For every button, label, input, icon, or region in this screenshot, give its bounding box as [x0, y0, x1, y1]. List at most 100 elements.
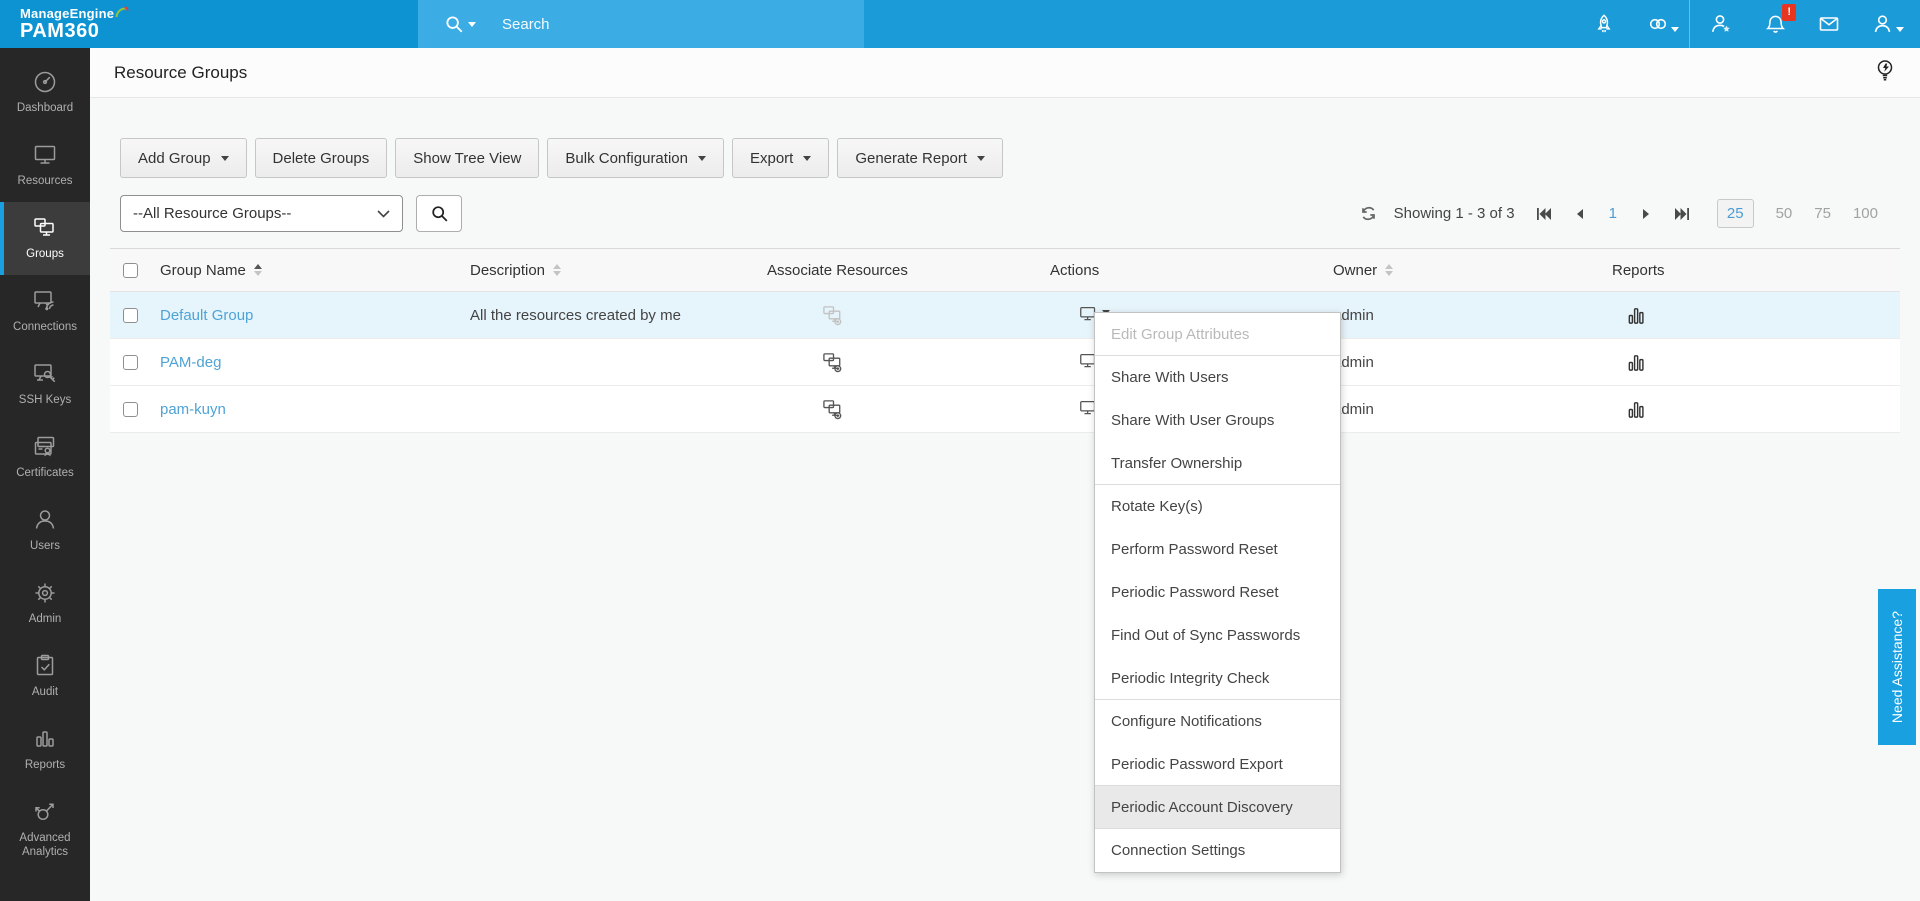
search-input[interactable]: Search — [502, 16, 550, 33]
table-header-row: Group Name Description Associate Resourc… — [110, 248, 1900, 292]
bulk-configuration-button[interactable]: Bulk Configuration — [547, 138, 724, 178]
sort-icon[interactable] — [553, 264, 562, 276]
page-header: Resource Groups — [90, 48, 1920, 98]
global-search[interactable]: Search — [418, 0, 864, 48]
page-size-75[interactable]: 75 — [1814, 205, 1831, 222]
sidebar-item-label: Resources — [17, 175, 73, 188]
group-reports-icon[interactable] — [1626, 399, 1647, 420]
delete-groups-button[interactable]: Delete Groups — [254, 138, 388, 178]
sidebar-item-label: Audit — [31, 686, 59, 699]
notification-bell-icon[interactable]: ! — [1748, 0, 1802, 48]
menu-item-share-with-user-groups[interactable]: Share With User Groups — [1095, 399, 1340, 442]
sidebar-item-label: Reports — [24, 759, 66, 772]
row-checkbox[interactable] — [122, 354, 138, 370]
chevron-down-icon — [697, 155, 706, 161]
group-name-link[interactable]: Default Group — [160, 307, 253, 324]
menu-item-rotate-keys[interactable]: Rotate Key(s) — [1095, 485, 1340, 528]
need-assistance-tab[interactable]: Need Assistance? — [1878, 589, 1916, 745]
showing-text: Showing 1 - 3 of 3 — [1393, 205, 1515, 222]
first-page-icon[interactable] — [1525, 207, 1563, 221]
group-reports-icon[interactable] — [1626, 352, 1647, 373]
group-owner: admin — [1333, 353, 1374, 371]
menu-item-configure-notifications[interactable]: Configure Notifications — [1095, 700, 1340, 743]
associate-resources-icon[interactable] — [822, 398, 845, 421]
resources-icon — [32, 142, 58, 168]
sidebar-item-groups[interactable]: Groups — [0, 202, 90, 275]
menu-item-share-with-users[interactable]: Share With Users — [1095, 356, 1340, 399]
menu-item-periodic-password-export[interactable]: Periodic Password Export — [1095, 743, 1340, 786]
sidebar-item-dashboard[interactable]: Dashboard — [0, 56, 90, 129]
current-page[interactable]: 1 — [1597, 205, 1629, 222]
search-icon[interactable] — [444, 14, 464, 34]
associate-resources-icon[interactable] — [822, 351, 845, 374]
user-star-icon[interactable] — [1694, 0, 1748, 48]
sidebar-item-reports[interactable]: Reports — [0, 713, 90, 786]
next-page-icon[interactable] — [1629, 208, 1663, 220]
resource-group-filter-select[interactable]: --All Resource Groups-- — [120, 195, 403, 232]
add-group-button[interactable]: Add Group — [120, 138, 247, 178]
certificates-icon — [32, 434, 58, 460]
sidebar-item-audit[interactable]: Audit — [0, 640, 90, 713]
sidebar-item-advanced-analytics[interactable]: Advanced Analytics — [0, 786, 90, 872]
sidebar-item-certificates[interactable]: Certificates — [0, 421, 90, 494]
mail-icon[interactable] — [1802, 0, 1856, 48]
menu-item-periodic-account-discovery[interactable]: Periodic Account Discovery — [1095, 786, 1340, 829]
page-size-50[interactable]: 50 — [1776, 205, 1793, 222]
chevron-down-icon — [803, 155, 812, 161]
column-header-group-name: Group Name — [160, 261, 246, 279]
column-header-associate-resources: Associate Resources — [767, 261, 908, 279]
table-search-button[interactable] — [416, 195, 462, 232]
sidebar-item-label: Users — [29, 540, 61, 553]
filter-selected-value: --All Resource Groups-- — [133, 205, 292, 222]
menu-item-transfer-ownership[interactable]: Transfer Ownership — [1095, 442, 1340, 485]
menu-item-perform-password-reset[interactable]: Perform Password Reset — [1095, 528, 1340, 571]
show-tree-view-button[interactable]: Show Tree View — [395, 138, 540, 178]
resource-groups-table: Group Name Description Associate Resourc… — [110, 248, 1900, 433]
table-row: Default Group All the resources created … — [110, 292, 1900, 339]
topbar-icon-group: ! — [1577, 0, 1910, 48]
topbar: ManageEngine PAM360 Search ! — [0, 0, 1920, 48]
group-name-link[interactable]: pam-kuyn — [160, 401, 226, 418]
brand-logo[interactable]: ManageEngine PAM360 — [0, 0, 418, 48]
generate-report-button[interactable]: Generate Report — [837, 138, 1004, 178]
button-label: Generate Report — [855, 149, 968, 167]
group-owner: admin — [1333, 400, 1374, 418]
sidebar-item-connections[interactable]: Connections — [0, 275, 90, 348]
chevron-down-icon — [377, 209, 390, 218]
sidebar-item-resources[interactable]: Resources — [0, 129, 90, 202]
refresh-icon[interactable] — [1359, 204, 1378, 223]
button-label: Export — [749, 149, 794, 167]
group-name-link[interactable]: PAM-deg — [160, 354, 221, 371]
last-page-icon[interactable] — [1663, 207, 1701, 221]
associate-resources-icon[interactable] — [822, 304, 845, 327]
page-size-25[interactable]: 25 — [1716, 199, 1754, 228]
search-scope-caret-icon[interactable] — [468, 21, 476, 27]
sidebar-item-admin[interactable]: Admin — [0, 567, 90, 640]
sidebar: Dashboard Resources Groups Connections S… — [0, 48, 90, 901]
menu-item-periodic-password-reset[interactable]: Periodic Password Reset — [1095, 571, 1340, 614]
menu-item-find-out-of-sync-passwords[interactable]: Find Out of Sync Passwords — [1095, 614, 1340, 657]
select-all-checkbox[interactable] — [122, 262, 138, 278]
brand-line1: ManageEngine — [20, 6, 418, 21]
rocket-icon[interactable] — [1577, 0, 1631, 48]
actions-context-menu: Edit Group Attributes Share With Users S… — [1094, 312, 1341, 873]
search-icon — [431, 206, 447, 222]
previous-page-icon[interactable] — [1563, 208, 1597, 220]
help-lightbulb-icon[interactable] — [1874, 58, 1896, 87]
link-icon[interactable] — [1631, 0, 1685, 48]
sort-icon[interactable] — [253, 264, 262, 276]
export-button[interactable]: Export — [731, 138, 830, 178]
row-checkbox[interactable] — [122, 401, 138, 417]
main-content: Resource Groups Add Group Delete Groups … — [90, 48, 1920, 901]
sort-icon[interactable] — [1385, 264, 1394, 276]
user-account-icon[interactable] — [1856, 0, 1910, 48]
brand-swoosh-icon — [115, 5, 129, 17]
menu-item-connection-settings[interactable]: Connection Settings — [1095, 829, 1340, 872]
menu-item-periodic-integrity-check[interactable]: Periodic Integrity Check — [1095, 657, 1340, 700]
page-size-options: 25 50 75 100 — [1716, 199, 1878, 228]
group-reports-icon[interactable] — [1626, 305, 1647, 326]
sidebar-item-ssh-keys[interactable]: SSH Keys — [0, 348, 90, 421]
sidebar-item-users[interactable]: Users — [0, 494, 90, 567]
page-size-100[interactable]: 100 — [1853, 205, 1878, 222]
row-checkbox[interactable] — [122, 307, 138, 323]
